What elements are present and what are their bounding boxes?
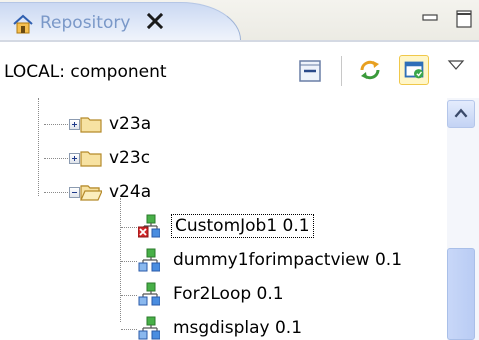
tab-title: Repository — [40, 13, 131, 33]
tree-connector — [121, 295, 137, 296]
repository-home-icon — [13, 14, 33, 34]
tree-item-v23c[interactable]: v23c — [0, 142, 447, 176]
job-icon — [138, 316, 160, 340]
minimize-icon[interactable] — [420, 8, 440, 28]
chevron-up-icon — [454, 108, 468, 118]
tree-item-label: v23c — [109, 148, 151, 168]
scrollbar-thumb[interactable] — [447, 248, 475, 340]
collapse-all-icon[interactable] — [298, 59, 322, 83]
expand-toggle[interactable] — [69, 119, 80, 130]
link-with-editor-button[interactable] — [399, 55, 429, 85]
folder-closed-icon — [80, 151, 102, 167]
job-icon — [138, 282, 160, 306]
tree-item-label: msgdisplay 0.1 — [173, 318, 303, 338]
repository-toolbar: LOCAL: component — [0, 42, 479, 98]
expand-toggle[interactable] — [69, 153, 80, 164]
tree-connector — [121, 227, 137, 228]
maximize-icon[interactable] — [454, 8, 474, 30]
tree-item-label: dummy1forimpactview 0.1 — [173, 250, 403, 270]
refresh-icon[interactable] — [357, 57, 383, 83]
tree-item-v23a[interactable]: v23a — [0, 108, 447, 142]
tree-item-label: v24a — [109, 182, 152, 202]
vertical-scrollbar[interactable] — [447, 98, 479, 340]
folder-open-icon — [80, 185, 102, 201]
tab-repository[interactable]: Repository — [0, 2, 241, 41]
folder-closed-icon — [80, 117, 102, 133]
view-menu-icon[interactable] — [446, 58, 466, 72]
tree-connector — [121, 261, 137, 262]
repository-path-label: LOCAL: component — [4, 62, 167, 82]
link-with-editor-icon — [404, 61, 424, 79]
collapse-toggle[interactable] — [69, 187, 80, 198]
tree-item-label: For2Loop 0.1 — [173, 284, 284, 304]
tree-item-for2loop[interactable]: For2Loop 0.1 — [0, 278, 447, 312]
tree-item-v24a[interactable]: v24a — [0, 176, 447, 210]
tree-item-label: v23a — [109, 114, 152, 134]
tree-item-label: CustomJob1 0.1 — [171, 214, 314, 238]
scroll-up-button[interactable] — [447, 100, 475, 128]
tree-connector — [121, 329, 137, 330]
repository-tree: v23a v23c v24a CustomJob1 0.1 dummy1fori… — [0, 98, 447, 340]
job-icon — [138, 248, 160, 272]
view-tab-bar: Repository — [0, 0, 479, 41]
close-x-icon[interactable] — [146, 12, 164, 30]
job-error-icon — [138, 214, 160, 238]
tree-item-customjob1[interactable]: CustomJob1 0.1 — [0, 210, 447, 244]
tree-item-msgdisplay[interactable]: msgdisplay 0.1 — [0, 312, 447, 340]
tree-item-dummy1forimpactview[interactable]: dummy1forimpactview 0.1 — [0, 244, 447, 278]
toolbar-separator — [341, 56, 342, 86]
